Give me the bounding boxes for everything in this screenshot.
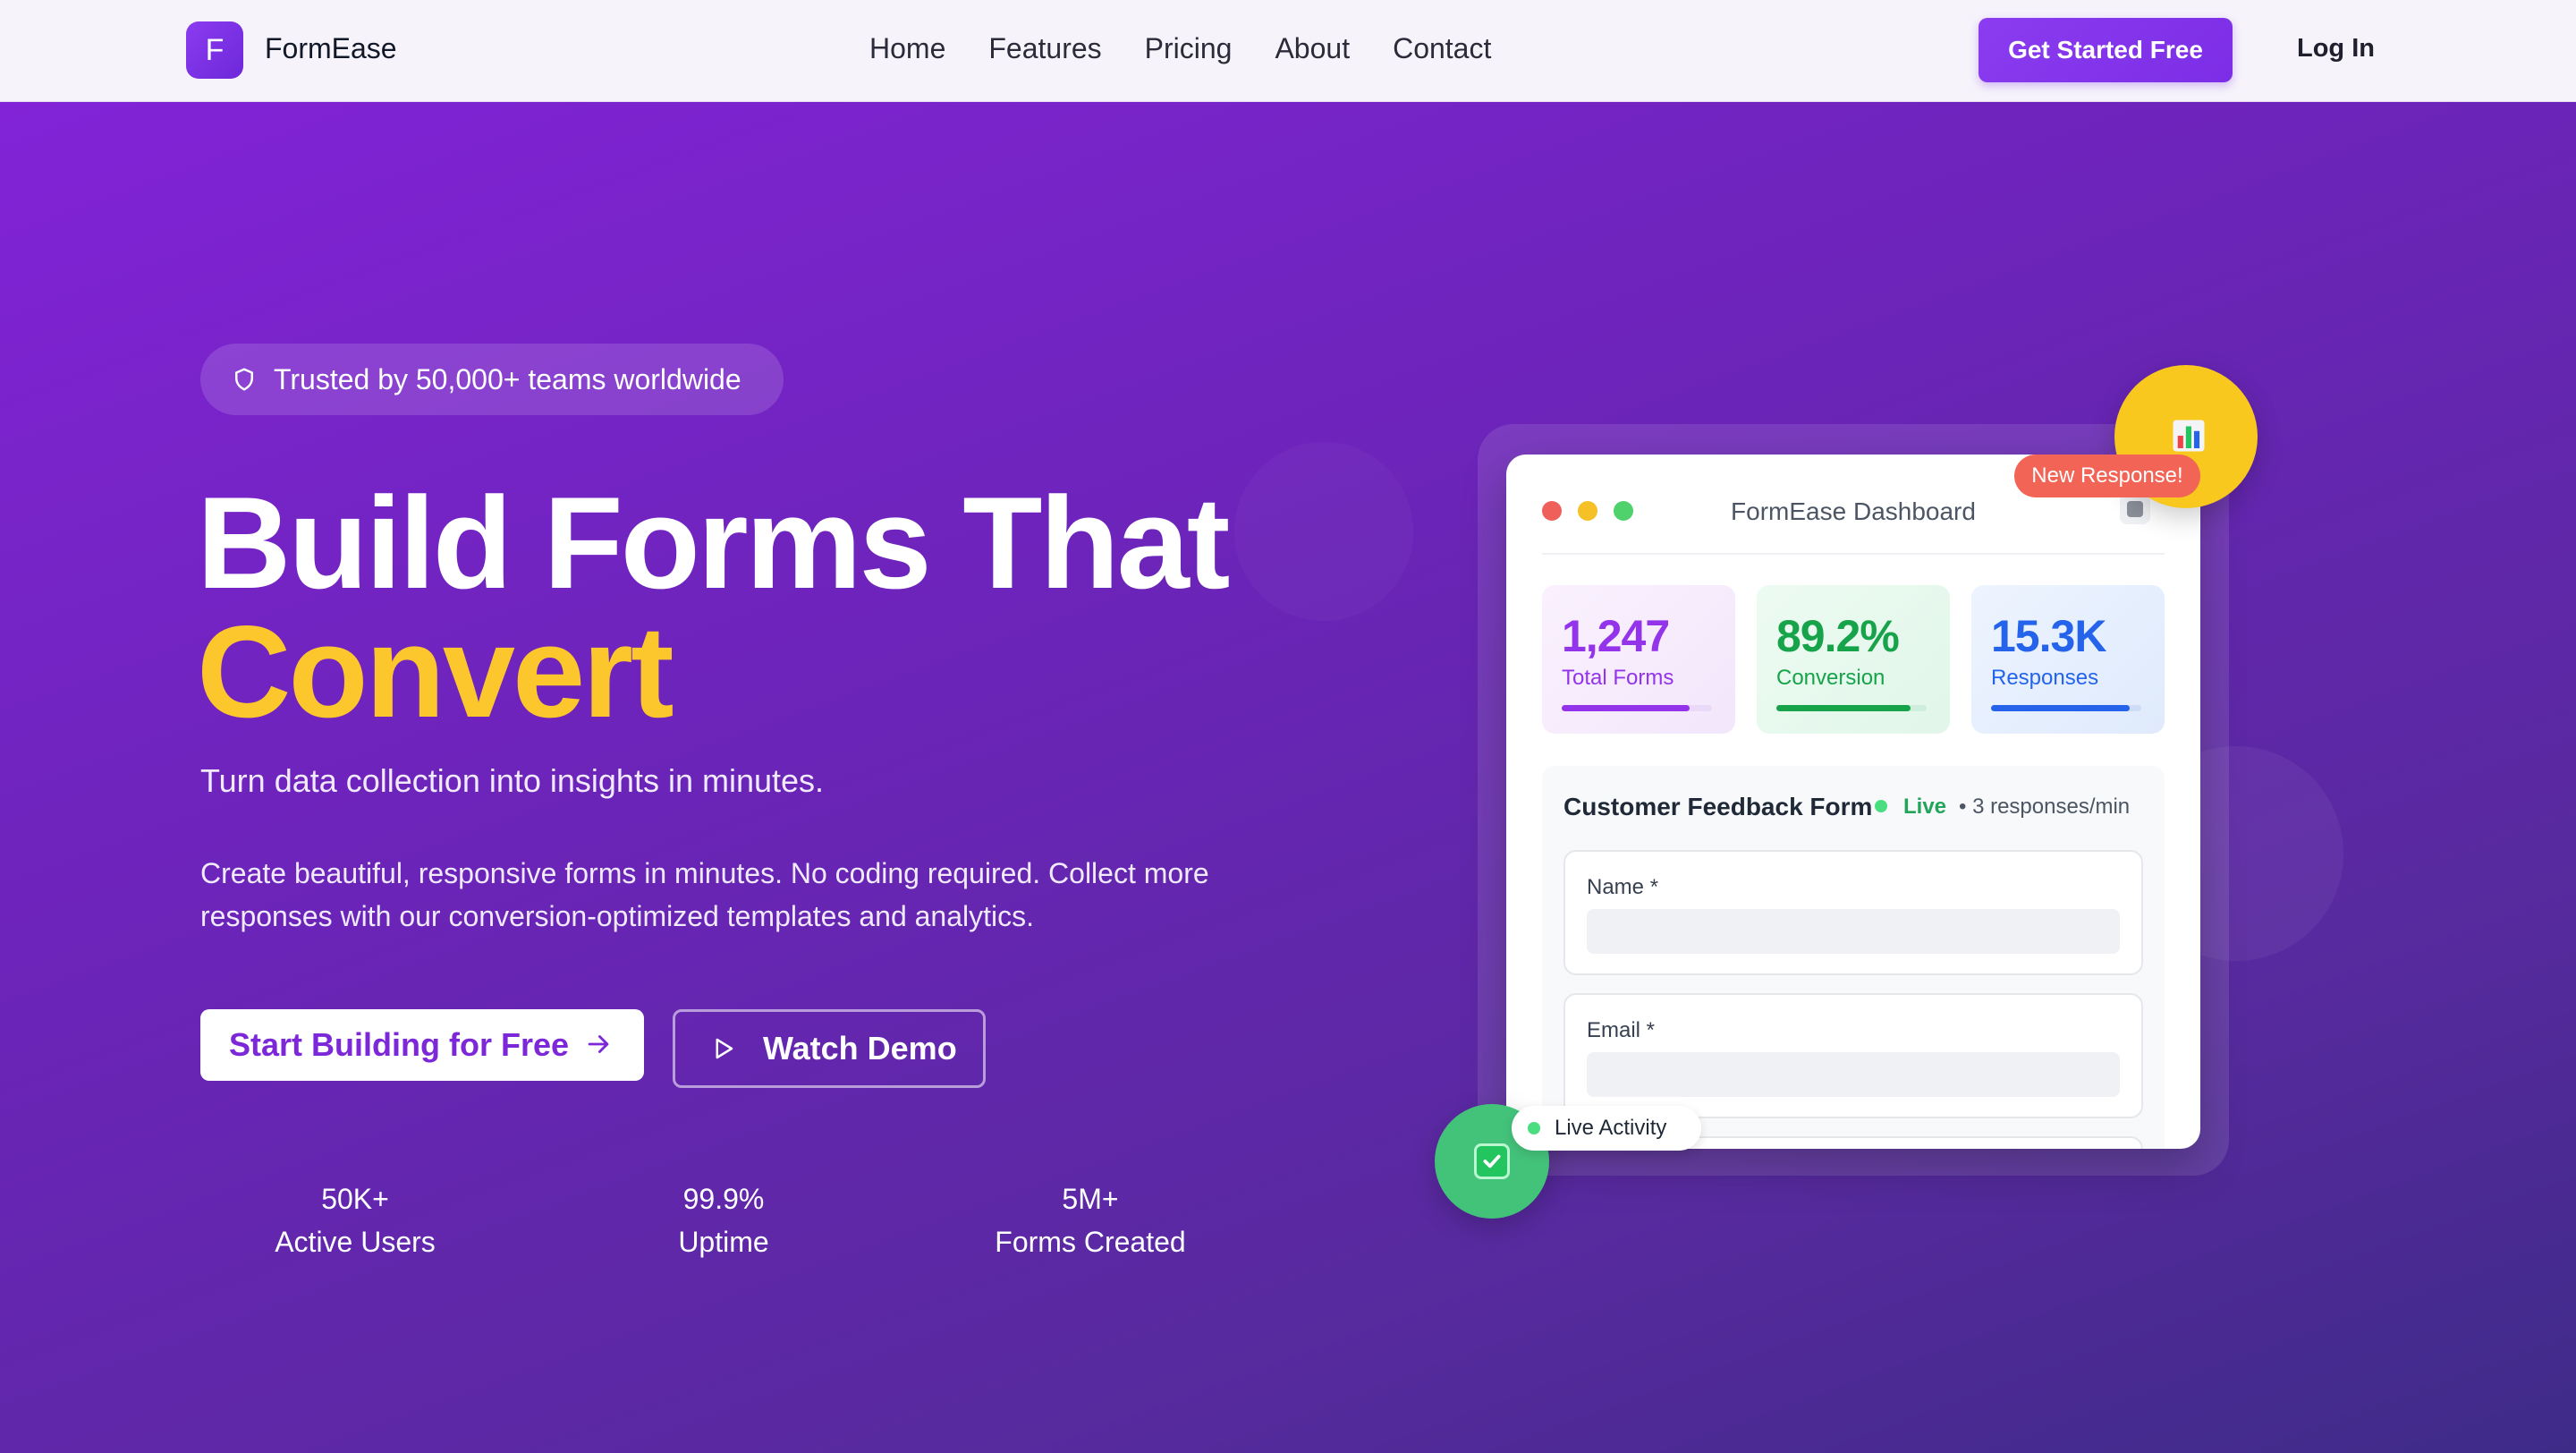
- metric-progress-track: [1562, 705, 1712, 711]
- email-field: Email *: [1563, 993, 2143, 1118]
- logo[interactable]: F: [186, 21, 243, 79]
- metric-progress-fill: [1776, 705, 1911, 711]
- metric-label: Conversion: [1776, 666, 1885, 690]
- chart-icon: [2173, 420, 2205, 452]
- dashboard-card: FormEase Dashboard 1,247 Total Forms 89.…: [1506, 455, 2200, 1149]
- form-title: Customer Feedback Form: [1563, 793, 1873, 820]
- metric-value: 89.2%: [1776, 611, 1900, 661]
- metric-label: Total Forms: [1562, 666, 1674, 690]
- metric-value: 15.3K: [1991, 611, 2106, 661]
- metric-progress-fill: [1562, 705, 1690, 711]
- new-response-badge: New Response!: [2014, 455, 2200, 497]
- metric-progress-track: [1991, 705, 2141, 711]
- headline-line2: Convert: [197, 599, 674, 744]
- get-started-button[interactable]: Get Started Free: [1979, 18, 2233, 82]
- nav-link-contact[interactable]: Contact: [1393, 32, 1491, 65]
- hero-description: Create beautiful, responsive forms in mi…: [200, 857, 1209, 932]
- dashboard-title: FormEase Dashboard: [1731, 497, 1976, 525]
- stat-value: 50K+: [321, 1183, 389, 1215]
- stat-label: Uptime: [678, 1226, 769, 1258]
- nav-link-home[interactable]: Home: [869, 32, 945, 65]
- field-label: Name *: [1587, 875, 1659, 899]
- metric-progress-track: [1776, 705, 1927, 711]
- nav-link-about[interactable]: About: [1275, 32, 1350, 65]
- metric-responses: 15.3K Responses: [1971, 585, 2165, 734]
- play-icon: [716, 1038, 733, 1059]
- metric-label: Responses: [1991, 666, 2099, 690]
- live-activity-pill: Live Activity: [1512, 1106, 1701, 1151]
- stat-label: Active Users: [275, 1226, 436, 1258]
- arrow-right-icon: [588, 1035, 609, 1053]
- brand-name[interactable]: FormEase: [265, 32, 397, 65]
- metric-total-forms: 1,247 Total Forms: [1542, 585, 1735, 734]
- divider: [1542, 553, 2165, 555]
- check-icon: [1474, 1143, 1510, 1179]
- watch-demo-button[interactable]: Watch Demo: [673, 1009, 986, 1088]
- live-activity-dot: [1528, 1122, 1540, 1134]
- stat-active-users: 50K+ Active Users: [233, 1177, 478, 1263]
- window-menu-icon[interactable]: [2120, 494, 2150, 524]
- response-rate: • 3 responses/min: [1959, 794, 2131, 819]
- trust-badge: Trusted by 50,000+ teams worldwide: [200, 344, 784, 415]
- trust-badge-text: Trusted by 50,000+ teams worldwide: [274, 362, 741, 395]
- name-input[interactable]: [1587, 909, 2120, 954]
- name-field: Name *: [1563, 850, 2143, 975]
- watch-demo-label: Watch Demo: [763, 1030, 957, 1066]
- top-navbar: F FormEase Home Features Pricing About C…: [0, 0, 2576, 102]
- start-building-button[interactable]: Start Building for Free: [200, 1009, 644, 1081]
- live-status-dot: [1875, 800, 1887, 812]
- background-glow: [1234, 442, 1413, 621]
- form-preview: Customer Feedback Form Live • 3 response…: [1542, 766, 2165, 1149]
- metric-progress-fill: [1991, 705, 2130, 711]
- live-status-label: Live: [1903, 794, 1947, 819]
- subheadline: Turn data collection into insights in mi…: [200, 762, 825, 799]
- stat-value: 5M+: [1062, 1183, 1119, 1215]
- email-input[interactable]: [1587, 1052, 2120, 1097]
- nav-link-pricing[interactable]: Pricing: [1145, 32, 1233, 65]
- stat-value: 99.9%: [682, 1183, 765, 1215]
- stat-label: Forms Created: [995, 1226, 1186, 1258]
- headline-line1: Build Forms That: [197, 470, 1230, 616]
- stat-uptime: 99.9% Uptime: [601, 1177, 846, 1263]
- metric-value: 1,247: [1562, 611, 1670, 661]
- field-label: Email *: [1587, 1018, 1656, 1042]
- live-activity-label: Live Activity: [1555, 1116, 1667, 1140]
- metric-conversion: 89.2% Conversion: [1757, 585, 1950, 734]
- shield-icon: [235, 368, 253, 391]
- start-building-label: Start Building for Free: [229, 1026, 570, 1063]
- stat-forms-created: 5M+ Forms Created: [968, 1177, 1213, 1263]
- nav-link-features[interactable]: Features: [988, 32, 1101, 65]
- nav-links: Home Features Pricing About Contact: [869, 32, 1534, 65]
- login-link[interactable]: Log In: [2297, 34, 2375, 64]
